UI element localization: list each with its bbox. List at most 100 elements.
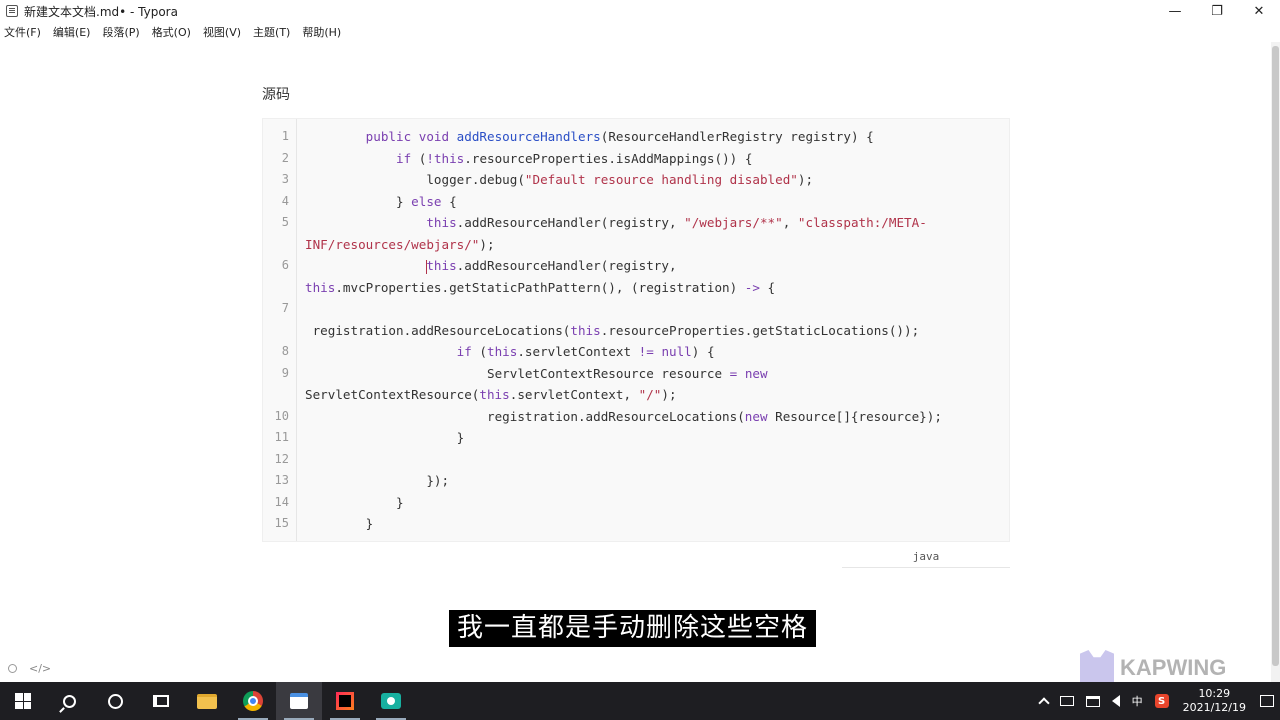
menu-theme[interactable]: 主题(T) xyxy=(253,24,290,40)
code-line[interactable]: registration.addResourceLocations(this.r… xyxy=(263,320,1011,341)
window-title: 新建文本文档.md• - Typora xyxy=(24,4,178,19)
code-text: } xyxy=(305,427,465,448)
code-line[interactable]: 1 public void addResourceHandlers(Resour… xyxy=(263,126,1011,147)
code-block[interactable]: 1 public void addResourceHandlers(Resour… xyxy=(262,118,1010,542)
menu-view[interactable]: 视图(V) xyxy=(203,24,241,40)
clock-time: 10:29 xyxy=(1198,687,1231,700)
code-token: ServletContextResource( xyxy=(305,387,480,402)
code-line[interactable]: 3 logger.debug("Default resource handlin… xyxy=(263,169,1011,190)
action-center-button[interactable] xyxy=(1254,682,1280,720)
line-number: 2 xyxy=(281,150,289,165)
scrollbar-thumb[interactable] xyxy=(1272,46,1279,666)
code-token: INF/resources/webjars/" xyxy=(305,236,480,252)
code-line[interactable]: 2 if (!this.resourceProperties.isAddMapp… xyxy=(263,148,1011,169)
menu-paragraph[interactable]: 段落(P) xyxy=(102,24,139,40)
code-token: if xyxy=(396,150,419,166)
outline-toggle-icon[interactable] xyxy=(8,664,17,673)
code-token: .servletContext, xyxy=(509,387,639,402)
sogou-ime-button[interactable]: S xyxy=(1149,682,1175,720)
taskbar-clock[interactable]: 10:29 2021/12/19 xyxy=(1175,687,1254,715)
sogou-icon: S xyxy=(1154,694,1169,708)
code-token: } xyxy=(456,430,465,445)
code-token: .addResourceHandler(registry, xyxy=(456,215,685,230)
clock-date: 2021/12/19 xyxy=(1182,701,1246,714)
code-line[interactable]: 13 }); xyxy=(263,470,1011,491)
code-line[interactable]: 9 ServletContextResource resource = new xyxy=(263,363,1011,384)
taskbar-chrome[interactable] xyxy=(230,682,276,720)
kapwing-watermark: KAPWING xyxy=(1080,650,1226,686)
device-icon xyxy=(1059,696,1074,706)
source-code-mode-toggle[interactable]: </> xyxy=(29,662,51,675)
code-line[interactable]: 14 } xyxy=(263,492,1011,513)
volume-button[interactable] xyxy=(1106,682,1126,720)
code-line[interactable]: 10 registration.addResourceLocations(new… xyxy=(263,406,1011,427)
line-number: 9 xyxy=(281,365,289,380)
menu-edit[interactable]: 编辑(E) xyxy=(53,24,91,40)
code-line[interactable]: 8 if (this.servletContext != null) { xyxy=(263,341,1011,362)
code-text: } else { xyxy=(305,191,457,212)
ime-indicator[interactable]: 中 xyxy=(1126,682,1149,720)
taskbar-screen-recorder[interactable] xyxy=(368,682,414,720)
volume-icon xyxy=(1111,695,1120,707)
show-hidden-icons-button[interactable] xyxy=(1034,682,1054,720)
line-number: 6 xyxy=(281,258,289,272)
code-token: else xyxy=(411,193,450,209)
line-number: 11 xyxy=(274,430,289,444)
code-token: (ResourceHandlerRegistry registry) { xyxy=(600,129,874,144)
cortana-button[interactable] xyxy=(92,682,138,720)
code-token: ); xyxy=(479,236,495,252)
code-text: ServletContextResource resource = new xyxy=(305,363,768,384)
start-button[interactable] xyxy=(0,682,46,720)
code-token: logger.debug( xyxy=(426,172,525,187)
minimize-button[interactable]: — xyxy=(1154,0,1196,22)
code-token: { xyxy=(759,279,776,295)
code-line[interactable]: 7 xyxy=(263,298,1011,319)
line-number: 1 xyxy=(281,129,289,143)
code-text: }); xyxy=(305,470,449,491)
code-line[interactable]: 5 this.addResourceHandler(registry, "/we… xyxy=(263,212,1011,233)
code-token: this xyxy=(570,322,601,338)
restore-button[interactable]: ❐ xyxy=(1196,0,1238,22)
menu-help[interactable]: 帮助(H) xyxy=(302,24,341,40)
network-button[interactable] xyxy=(1080,682,1106,720)
code-token: new xyxy=(744,365,768,381)
code-line[interactable]: 11 } xyxy=(263,427,1011,448)
taskbar-intellij[interactable] xyxy=(322,682,368,720)
menu-file[interactable]: 文件(F) xyxy=(4,24,41,40)
code-line[interactable]: ServletContextResource(this.servletConte… xyxy=(263,384,1011,405)
code-token: this xyxy=(479,387,510,402)
taskbar-typora[interactable] xyxy=(276,682,322,720)
line-number: 4 xyxy=(281,193,289,208)
task-view-button[interactable] xyxy=(138,682,184,720)
taskbar-file-explorer[interactable] xyxy=(184,682,230,720)
code-line[interactable]: 6 this.addResourceHandler(registry, xyxy=(263,255,1011,276)
line-number: 7 xyxy=(281,301,289,315)
tray-device-button[interactable] xyxy=(1054,682,1080,720)
code-token: this xyxy=(426,258,457,273)
code-text: } xyxy=(305,492,404,513)
typora-app-icon xyxy=(6,5,18,17)
menu-format[interactable]: 格式(O) xyxy=(152,24,191,40)
code-token: this xyxy=(487,344,518,359)
menu-bar: 文件(F) 编辑(E) 段落(P) 格式(O) 视图(V) 主题(T) 帮助(H… xyxy=(0,22,1280,42)
close-button[interactable]: ✕ xyxy=(1238,0,1280,22)
code-token: } xyxy=(365,516,374,531)
search-button[interactable] xyxy=(46,682,92,720)
code-line[interactable]: 4 } else { xyxy=(263,191,1011,212)
code-token: != xyxy=(638,344,654,359)
code-line[interactable]: 12 xyxy=(263,449,1011,470)
document-heading[interactable]: 源码 xyxy=(262,84,290,104)
code-token: "classpath:/META- xyxy=(797,215,927,230)
code-token: registration.addResourceLocations( xyxy=(312,322,571,338)
typora-icon xyxy=(290,693,308,709)
code-language-input[interactable]: java xyxy=(842,546,1010,568)
code-token: ); xyxy=(661,387,677,402)
code-line[interactable]: INF/resources/webjars/"); xyxy=(263,234,1011,255)
code-line[interactable]: 15 } xyxy=(263,513,1011,534)
title-bar: 新建文本文档.md• - Typora — ❐ ✕ xyxy=(0,0,1280,22)
vertical-scrollbar[interactable] xyxy=(1271,42,1280,682)
code-line[interactable]: this.mvcProperties.getStaticPathPattern(… xyxy=(263,277,1011,298)
